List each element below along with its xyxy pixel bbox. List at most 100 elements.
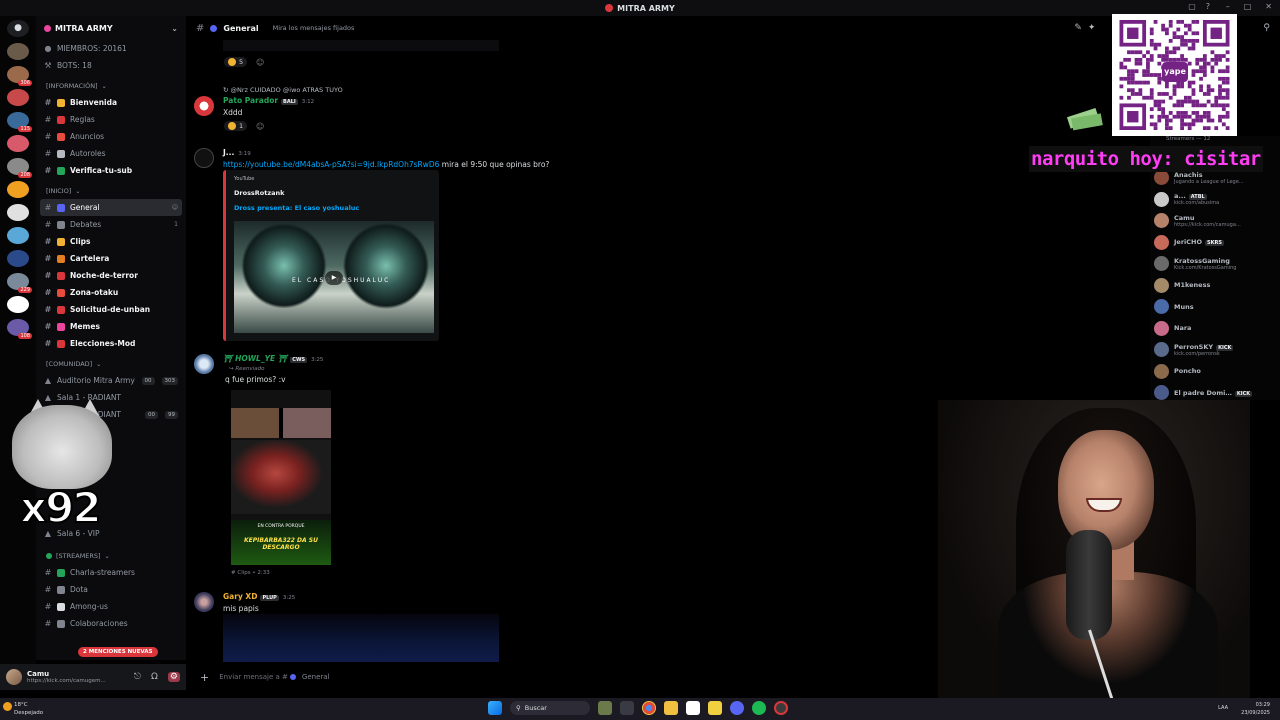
- microphone-icon[interactable]: ⎋: [134, 672, 141, 682]
- avatar[interactable]: [194, 592, 214, 612]
- help-icon[interactable]: ?: [1206, 2, 1210, 11]
- channel-reglas[interactable]: # Reglas: [36, 111, 186, 128]
- guild-tag[interactable]: CWS: [290, 357, 308, 363]
- embed-title[interactable]: Dross presenta: El caso yoshualuc: [234, 204, 359, 212]
- category-info[interactable]: [INFORMACIÓN] ⌄: [36, 78, 186, 94]
- discord-icon[interactable]: [730, 701, 744, 715]
- channel-solicitud-de-unban[interactable]: # Solicitud-de-unban: [36, 301, 186, 318]
- sticky-notes-icon[interactable]: [708, 701, 722, 715]
- maximize-button[interactable]: □: [1244, 2, 1252, 11]
- voice-channel[interactable]: ▲ Sala 6 - VIP: [36, 525, 186, 542]
- server-header[interactable]: MITRA ARMY ⌄: [36, 16, 186, 40]
- channel-verifica-tu-sub[interactable]: # Verifica-tu-sub: [36, 162, 186, 179]
- video-thumbnail[interactable]: EL CASO YOSHUALUC ▶: [234, 221, 434, 333]
- channel-dota[interactable]: # Dota: [36, 581, 186, 598]
- server-icon[interactable]: [7, 204, 29, 221]
- server-icon[interactable]: [7, 89, 29, 106]
- member-item[interactable]: M1keness: [1154, 275, 1210, 295]
- message-link[interactable]: https://youtube.be/dM4absA-pSA?si=9jd.lk…: [223, 160, 439, 169]
- member-item[interactable]: KratossGaming Kick.com/KratossGaming: [1154, 254, 1236, 274]
- pin-icon[interactable]: ✦: [1088, 23, 1096, 33]
- channel-charla-streamers[interactable]: # Charla-streamers: [36, 564, 186, 581]
- system-clock[interactable]: 03:29 23/09/2025: [1241, 701, 1270, 717]
- video-preview[interactable]: [223, 614, 499, 662]
- weather-widget[interactable]: 18°C Despejado: [3, 701, 43, 717]
- server-icon[interactable]: [7, 227, 29, 244]
- category-streamers[interactable]: [STREAMERS] ⌄: [36, 548, 186, 564]
- forward-source[interactable]: # Clips • 2:33: [231, 570, 270, 576]
- voice-channel[interactable]: ▲ Sala 3 - RADIANT 00 99: [36, 406, 186, 423]
- guild-tag[interactable]: BALI: [281, 99, 298, 105]
- category-comunidad[interactable]: [COMUNIDAD] ⌄: [36, 356, 186, 372]
- channel-colaboraciones[interactable]: # Colaboraciones: [36, 615, 186, 632]
- input-language[interactable]: LAA: [1218, 705, 1228, 711]
- add-reaction-icon[interactable]: ☺: [256, 58, 264, 67]
- chrome-icon[interactable]: [642, 701, 656, 715]
- server-icon[interactable]: [7, 135, 29, 152]
- voice-channel[interactable]: ▲ Sala 1 - RADIANT: [36, 389, 186, 406]
- channel-noche-de-terror[interactable]: # Noche-de-terror: [36, 267, 186, 284]
- server-icon[interactable]: [7, 43, 29, 60]
- embed-author[interactable]: DrossRotzank: [234, 189, 285, 197]
- user-info[interactable]: Camu https://kick.com/camugem...: [27, 670, 106, 684]
- member-item[interactable]: PerronSKY KICK kick.com/perronsk: [1154, 340, 1234, 360]
- reaction-pill[interactable]: 5: [224, 57, 248, 67]
- message-author[interactable]: Gary XD: [223, 592, 257, 601]
- channel-general[interactable]: # General ☺: [40, 199, 182, 216]
- avatar[interactable]: [6, 669, 22, 685]
- channel-zona-otaku[interactable]: # Zona-otaku: [36, 284, 186, 301]
- channel-debates[interactable]: # Debates 1: [36, 216, 186, 233]
- message-author[interactable]: Pato Parador: [223, 96, 278, 105]
- channel-cartelera[interactable]: # Cartelera: [36, 250, 186, 267]
- channel-anuncios[interactable]: # Anuncios: [36, 128, 186, 145]
- member-item[interactable]: Camu https://kick.com/camuga…: [1154, 211, 1241, 231]
- video-preview[interactable]: [223, 40, 499, 51]
- taskbar-search[interactable]: ⚲ Buscar: [510, 701, 590, 715]
- avatar[interactable]: [194, 148, 214, 168]
- clip-thumbnail[interactable]: EN CONTRA PORQUE KEPIBARBA322 DA SU DESC…: [231, 390, 331, 565]
- channel-autoroles[interactable]: # Autoroles: [36, 145, 186, 162]
- inbox-icon[interactable]: ▢: [1188, 2, 1196, 11]
- channel-among-us[interactable]: # Among-us: [36, 598, 186, 615]
- message-author[interactable]: J...: [223, 148, 234, 157]
- guild-tag[interactable]: PLUP: [260, 595, 279, 601]
- server-icon[interactable]: [7, 181, 29, 198]
- server-icon[interactable]: 108: [7, 319, 32, 339]
- member-item[interactable]: JeriCHO SKRS: [1154, 232, 1224, 252]
- headphones-icon[interactable]: Ω: [151, 672, 158, 682]
- invite-icon[interactable]: ☺: [172, 204, 178, 211]
- member-item[interactable]: Poncho: [1154, 361, 1201, 381]
- voice-channel[interactable]: ▲ Auditorio Mitra Army 00 303: [36, 372, 186, 389]
- channel-clips[interactable]: # Clips: [36, 233, 186, 250]
- reaction-pill[interactable]: 1: [224, 121, 248, 131]
- channel-memes[interactable]: # Memes: [36, 318, 186, 335]
- avatar[interactable]: [194, 96, 214, 116]
- close-button[interactable]: ✕: [1265, 2, 1272, 11]
- minimize-button[interactable]: –: [1226, 2, 1230, 11]
- server-icon[interactable]: 306: [7, 66, 32, 86]
- search-icon[interactable]: ⚲: [1263, 23, 1270, 33]
- threads-icon[interactable]: ✎: [1074, 23, 1082, 33]
- channel-topic[interactable]: Mira los mensajes fijados: [273, 24, 355, 32]
- avatar[interactable]: [194, 354, 214, 374]
- file-explorer-icon[interactable]: [664, 701, 678, 715]
- obs-icon[interactable]: [774, 701, 788, 715]
- member-item[interactable]: Nara: [1154, 318, 1191, 338]
- server-icon[interactable]: 229: [7, 273, 32, 293]
- gear-icon[interactable]: ⚙: [167, 672, 180, 682]
- windows-start-icon[interactable]: [488, 701, 502, 715]
- channel-bienvenida[interactable]: # Bienvenida: [36, 94, 186, 111]
- message-author[interactable]: ⛩ HOWL_YE ⛩: [223, 354, 287, 363]
- server-icon[interactable]: [7, 250, 29, 267]
- server-icon[interactable]: 208: [7, 158, 32, 178]
- capcut-icon[interactable]: [686, 701, 700, 715]
- spotify-icon[interactable]: [752, 701, 766, 715]
- widgets-icon[interactable]: [598, 701, 612, 715]
- message-composer[interactable]: + Enviar mensaje a # General: [186, 664, 938, 690]
- channel-elecciones-mod[interactable]: # Elecciones-Mod: [36, 335, 186, 352]
- play-icon[interactable]: ▶: [325, 271, 343, 285]
- member-item[interactable]: a... ATBL kick.com/abusima: [1154, 189, 1219, 209]
- member-item[interactable]: Muns: [1154, 297, 1194, 317]
- category-inicio[interactable]: [INICIO] ⌄: [36, 183, 186, 199]
- discord-home-icon[interactable]: ●: [7, 20, 29, 37]
